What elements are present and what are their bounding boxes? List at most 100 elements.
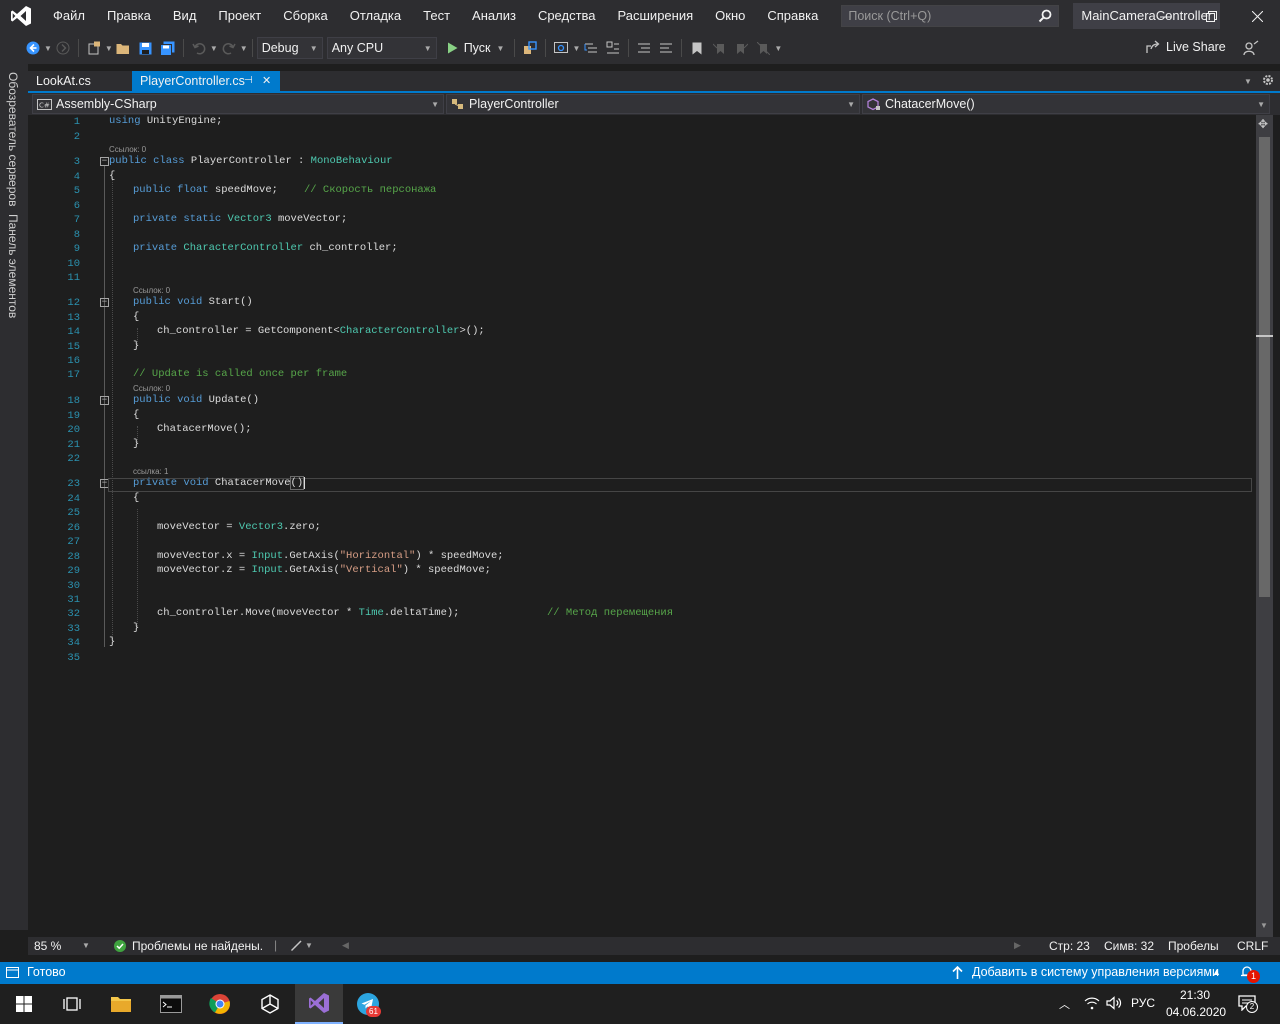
forward-button[interactable] [52, 37, 74, 59]
project-select[interactable]: C# Assembly-CSharp ▼ [32, 94, 444, 114]
menu-test[interactable]: Тест [412, 0, 461, 32]
menu-extensions[interactable]: Расширения [607, 0, 705, 32]
move-references-codelens[interactable]: ссылка: 1 [133, 467, 168, 476]
volume-icon[interactable] [1106, 996, 1122, 1013]
code-line-32: ch_controller.Move(moveVector * Time.del… [157, 607, 460, 619]
server-explorer-tab[interactable]: Обозреватель серверов [6, 72, 20, 206]
code-cleanup-brush-icon[interactable] [290, 940, 302, 955]
menu-file[interactable]: Файл [42, 0, 96, 32]
split-editor-icon[interactable]: ✥ [1258, 117, 1268, 131]
scroll-down-arrow-icon[interactable]: ▼ [1260, 921, 1268, 930]
run-button[interactable]: Пуск ▼ [441, 41, 511, 55]
task-view-icon[interactable] [48, 984, 96, 1024]
tab-playercontroller[interactable]: PlayerController.cs ⊣ ✕ [132, 71, 280, 91]
prev-bookmark-button[interactable] [708, 37, 730, 59]
problems-status[interactable]: Проблемы не найдены. [132, 939, 263, 953]
save-all-button[interactable] [157, 37, 179, 59]
line-ending-indicator[interactable]: CRLF [1237, 939, 1268, 953]
back-dropdown-arrow[interactable]: ▼ [44, 44, 52, 53]
next-bookmark-button[interactable] [730, 37, 752, 59]
menu-view[interactable]: Вид [162, 0, 208, 32]
back-button[interactable] [22, 37, 44, 59]
menu-project[interactable]: Проект [207, 0, 272, 32]
update-references-codelens[interactable]: Ссылок: 0 [133, 384, 170, 393]
windows-start-icon[interactable] [0, 984, 48, 1024]
undo-button[interactable] [188, 37, 210, 59]
collapse-class-toggle[interactable]: − [100, 157, 109, 166]
search-input[interactable]: Поиск (Ctrl+Q) [841, 5, 1060, 27]
collapse-start-toggle[interactable]: − [100, 298, 109, 307]
clock-date[interactable]: 04.06.2020 [1166, 1005, 1226, 1019]
input-language-indicator[interactable]: РУС [1131, 996, 1155, 1010]
add-to-source-control-button[interactable]: Добавить в систему управления версиями [972, 965, 1219, 979]
browser-link-button[interactable] [550, 37, 572, 59]
toolbar-overflow-arrow[interactable]: ▼ [774, 44, 782, 53]
visual-studio-taskbar-icon[interactable] [295, 984, 343, 1024]
menu-build[interactable]: Сборка [272, 0, 339, 32]
menu-tools[interactable]: Средства [527, 0, 607, 32]
comment-button[interactable] [633, 37, 655, 59]
start-references-codelens[interactable]: Ссылок: 0 [133, 286, 170, 295]
uncomment-button[interactable] [655, 37, 677, 59]
close-tab-icon[interactable]: ✕ [262, 71, 271, 91]
tray-chevron-up-icon[interactable]: ︿ [1059, 996, 1070, 1012]
hscroll-left-icon[interactable]: ◀ [342, 940, 349, 951]
menu-window[interactable]: Окно [704, 0, 756, 32]
code-editor[interactable]: 1 2 3 4 5 6 7 8 9 10 11 12 13 14 15 16 17 18 19 20 21 22 23 24 2… [28, 115, 1280, 937]
clock-time[interactable]: 21:30 [1180, 988, 1210, 1002]
action-center-icon[interactable]: 2 [1238, 995, 1258, 1014]
menu-help[interactable]: Справка [756, 0, 829, 32]
open-button[interactable] [113, 37, 135, 59]
cleanup-chevron-down-icon[interactable]: ▼ [305, 941, 313, 950]
zoom-chevron-down-icon[interactable]: ▼ [82, 941, 90, 950]
feedback-button[interactable] [1240, 37, 1262, 59]
source-control-caret-up-icon[interactable]: ▲ [1212, 967, 1221, 977]
chrome-icon[interactable] [196, 984, 244, 1024]
zoom-select[interactable]: 85 % [34, 939, 61, 953]
pin-tab-icon[interactable]: ⊣ [244, 71, 253, 91]
menu-debug[interactable]: Отладка [339, 0, 412, 32]
new-project-button[interactable] [83, 37, 105, 59]
member-select[interactable]: ChatacerMove() ▼ [862, 94, 1270, 114]
telegram-icon[interactable]: 61 [344, 984, 392, 1024]
redo-dropdown-arrow[interactable]: ▼ [240, 44, 248, 53]
file-explorer-icon[interactable] [97, 984, 145, 1024]
configuration-select[interactable]: Debug ▼ [256, 37, 323, 59]
minimize-button[interactable] [1142, 0, 1188, 32]
terminal-icon[interactable] [147, 984, 195, 1024]
unity-icon[interactable] [246, 984, 294, 1024]
menu-edit[interactable]: Правка [96, 0, 162, 32]
indentation-indicator[interactable]: Пробелы [1168, 939, 1219, 953]
wifi-icon[interactable] [1084, 996, 1100, 1013]
attach-unity-button[interactable] [519, 37, 541, 59]
line-indicator[interactable]: Стр: 23 [1049, 939, 1090, 953]
hscroll-right-icon[interactable]: ▶ [1014, 940, 1021, 951]
visual-studio-logo-icon[interactable] [0, 0, 42, 32]
tab-lookat[interactable]: LookAt.cs [28, 71, 132, 91]
class-references-codelens[interactable]: Ссылок: 0 [109, 145, 146, 154]
chevron-down-icon: ▼ [496, 43, 505, 53]
scrollbar-thumb[interactable] [1259, 137, 1270, 597]
toolbox-tab[interactable]: Панель элементов [6, 214, 20, 318]
step-over-button[interactable] [602, 37, 624, 59]
close-window-button[interactable] [1234, 0, 1280, 32]
toolbar-separator [681, 39, 683, 57]
collapse-update-toggle[interactable]: − [100, 396, 109, 405]
bookmark-button[interactable] [686, 37, 708, 59]
vertical-scrollbar[interactable]: ✥ ▼ [1256, 115, 1273, 937]
restore-button[interactable] [1188, 0, 1234, 32]
column-indicator[interactable]: Симв: 32 [1104, 939, 1154, 953]
redo-button[interactable] [218, 37, 240, 59]
live-share-button[interactable]: Live Share [1146, 40, 1226, 54]
save-button[interactable] [135, 37, 157, 59]
menu-analyze[interactable]: Анализ [461, 0, 527, 32]
browser-dropdown-arrow[interactable]: ▼ [572, 44, 580, 53]
platform-select[interactable]: Any CPU ▼ [326, 37, 437, 59]
clear-bookmarks-button[interactable] [752, 37, 774, 59]
tab-list-dropdown-icon[interactable]: ▼ [1244, 77, 1252, 86]
new-dropdown-arrow[interactable]: ▼ [105, 44, 113, 53]
settings-gear-icon[interactable] [1261, 73, 1275, 90]
step-into-button[interactable] [580, 37, 602, 59]
undo-dropdown-arrow[interactable]: ▼ [210, 44, 218, 53]
class-select[interactable]: PlayerController ▼ [446, 94, 860, 114]
